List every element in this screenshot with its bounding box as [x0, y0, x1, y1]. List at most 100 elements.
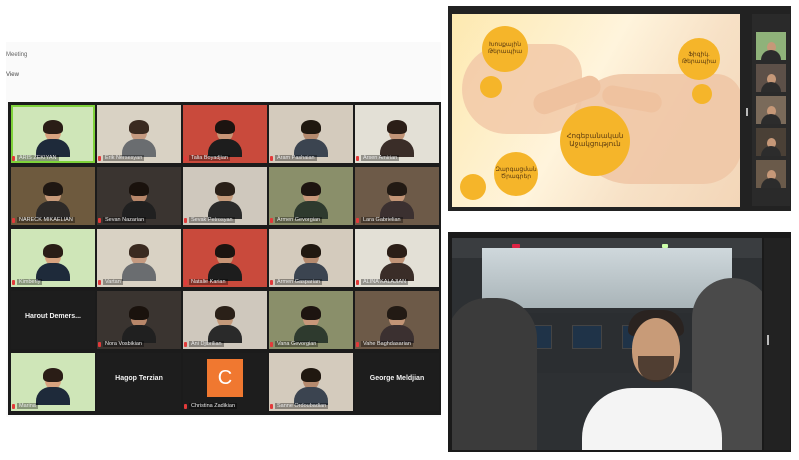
participant-name-label: Sevak Petrosyan [189, 217, 235, 223]
participant-tile[interactable]: Vahe Baghdasarian [355, 291, 439, 349]
participant-name-label: Natalie Karian [189, 279, 228, 285]
avatar: C [207, 359, 243, 397]
participant-tile[interactable]: ALINA KALAJIAN [355, 229, 439, 287]
display-screen [572, 325, 602, 349]
side-participant-tile[interactable] [756, 160, 786, 188]
mic-muted-icon [12, 156, 15, 161]
bubble-2: Ֆիզիկ. Թերապիա [678, 38, 720, 80]
resize-handle[interactable] [746, 108, 748, 116]
mic-muted-icon [184, 156, 187, 161]
participant-video [761, 42, 781, 60]
participant-video [761, 138, 781, 156]
mic-muted-icon [356, 218, 359, 223]
resize-handle[interactable] [767, 335, 769, 345]
participant-tile[interactable]: Armen Gevorgian [269, 167, 353, 225]
presenter-shirt [582, 388, 722, 450]
participant-tile[interactable]: Marina [11, 353, 95, 411]
participant-name-label: Nora Vosbikian [103, 341, 144, 347]
participant-strip [752, 14, 790, 206]
participant-name-label: Aram Pashaian [275, 155, 317, 161]
participant-tile[interactable]: ARIS ZEKIYAN [11, 105, 95, 163]
mic-muted-icon [98, 156, 101, 161]
participant-tile[interactable]: Vana Gevorgian [269, 291, 353, 349]
participant-name-label: Kimberly [17, 279, 43, 285]
bubble-small [460, 174, 486, 200]
side-participant-tile[interactable] [756, 64, 786, 92]
participant-name-label: Sanne Ordoubadian [275, 403, 329, 409]
participant-name-label: ARIS ZEKIYAN [17, 155, 59, 161]
participant-video [761, 74, 781, 92]
view-label[interactable]: View [6, 72, 19, 78]
participant-tile[interactable]: Natalie Karian [183, 229, 267, 287]
mic-muted-icon [270, 156, 273, 161]
participant-tile[interactable]: Armen Gasparian [269, 229, 353, 287]
mic-muted-icon [356, 280, 359, 285]
participant-name-label: Vartan [103, 279, 123, 285]
presenter-beard [638, 356, 674, 382]
participant-tile[interactable]: Sevan Nazarian [97, 167, 181, 225]
participant-tile[interactable]: Lara Gabrielian [355, 167, 439, 225]
bubble-small [480, 76, 502, 98]
mic-muted-icon [184, 280, 187, 285]
mic-muted-icon [270, 342, 273, 347]
participant-name-label: Sevan Nazarian [103, 217, 147, 223]
mic-muted-icon [184, 218, 187, 223]
participant-name-label: ALINA KALAJIAN [361, 279, 409, 285]
mic-muted-icon [98, 218, 101, 223]
window-title: Meeting [6, 52, 28, 58]
participant-name-label: Erik Nersesyan [103, 155, 145, 161]
bubble-1: Խոսքային Թերապիա [482, 26, 528, 72]
side-participant-tile[interactable] [756, 128, 786, 156]
participant-name-label: Lara Gabrielian [361, 217, 403, 223]
mic-muted-icon [270, 218, 273, 223]
participant-tile[interactable]: NARECK MIKAELIAN [11, 167, 95, 225]
windshield [482, 248, 732, 308]
cockpit-video [452, 238, 762, 450]
participant-tile[interactable]: George Meldjian [355, 353, 439, 411]
participant-name-label: Arsen Amirian [361, 155, 400, 161]
side-participant-tile[interactable] [756, 32, 786, 60]
participant-name-label: Talia Boyadjian [189, 155, 230, 161]
mic-muted-icon [270, 280, 273, 285]
participant-tile[interactable]: Nora Vosbikian [97, 291, 181, 349]
participant-tile[interactable]: Sanne Ordoubadian [269, 353, 353, 411]
bubble-3: Հոգեբանական Աջակցություն [560, 106, 630, 176]
mic-muted-icon [98, 280, 101, 285]
participant-name-label: Vana Gevorgian [275, 341, 319, 347]
participant-display-name: Harout Demers... [24, 313, 82, 320]
participant-tile[interactable]: Sevak Petrosyan [183, 167, 267, 225]
mic-muted-icon [356, 156, 359, 161]
participant-tile[interactable]: C Christina Zadikian [183, 353, 267, 411]
mic-muted-icon [12, 280, 15, 285]
mic-muted-icon [356, 342, 359, 347]
participant-tile[interactable]: Kimberly [11, 229, 95, 287]
participant-tile[interactable]: Arsen Amirian [355, 105, 439, 163]
pilot-left [452, 298, 537, 450]
participant-video [761, 170, 781, 188]
participant-tile[interactable]: Harout Demers... [11, 291, 95, 349]
participant-display-name: George Meldjian [369, 375, 425, 382]
participant-name-label: NARECK MIKAELIAN [17, 217, 75, 223]
participant-tile[interactable]: Aram Pashaian [269, 105, 353, 163]
side-participant-tile[interactable] [756, 96, 786, 124]
participant-tile[interactable]: Ani Djibrilian [183, 291, 267, 349]
participant-name-label: Armen Gasparian [275, 279, 323, 285]
participant-name-label: Marina [17, 403, 38, 409]
gallery-grid: ARIS ZEKIYAN Erik Nersesyan Talia Boyadjia… [8, 102, 441, 415]
participant-name-label: Vahe Baghdasarian [361, 341, 413, 347]
participant-name-label: Christina Zadikian [189, 403, 238, 409]
participant-tile[interactable]: Talia Boyadjian [183, 105, 267, 163]
mic-muted-icon [184, 404, 187, 409]
participant-video [761, 106, 781, 124]
participant-tile[interactable]: Hagop Terzian [97, 353, 181, 411]
mic-muted-icon [12, 404, 15, 409]
participant-name-label: Armen Gevorgian [275, 217, 323, 223]
bubble-4: Զարգացման Ծրագրեր [494, 152, 538, 196]
mic-muted-icon [98, 342, 101, 347]
mic-muted-icon [184, 342, 187, 347]
participant-display-name: Hagop Terzian [115, 375, 163, 382]
participant-tile[interactable]: Vartan [97, 229, 181, 287]
mic-muted-icon [270, 404, 273, 409]
bubble-small [692, 84, 712, 104]
participant-tile[interactable]: Erik Nersesyan [97, 105, 181, 163]
